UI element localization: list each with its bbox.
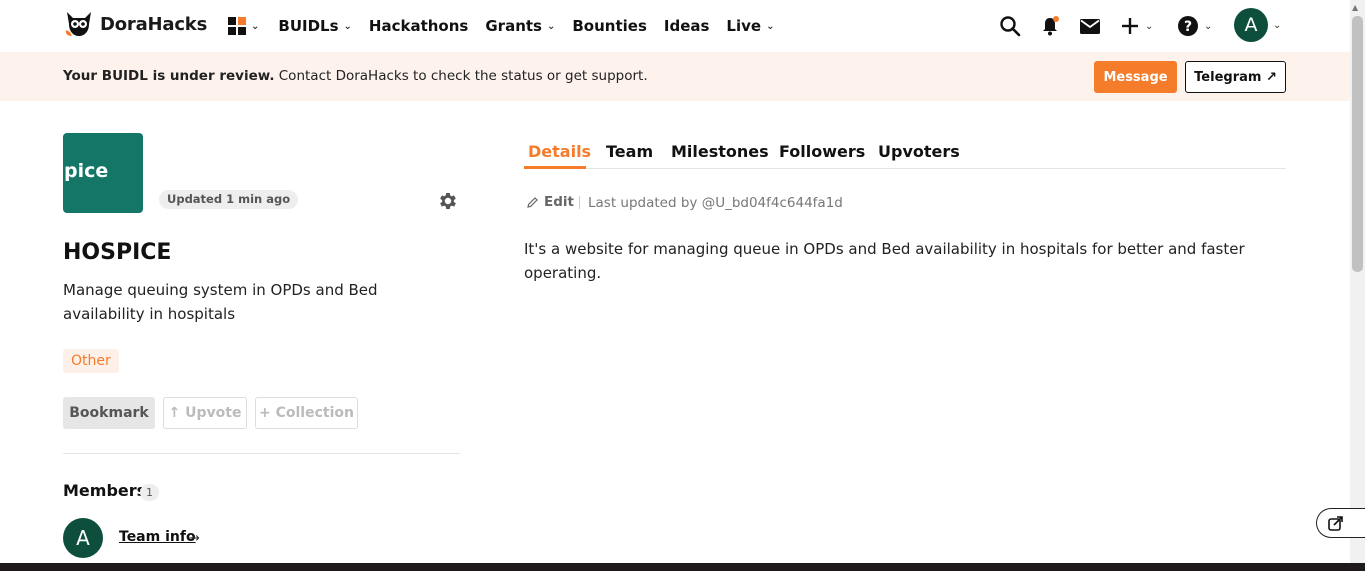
tab-team[interactable]: Team (606, 142, 653, 161)
scroll-up-arrow-icon[interactable]: ▲ (1352, 3, 1358, 12)
banner-bold-text: Your BUIDL is under review. (63, 68, 275, 84)
nav-item-label: Ideas (663, 17, 710, 35)
tab-milestones[interactable]: Milestones (671, 142, 769, 161)
chevron-down-icon: ⌄ (766, 20, 775, 32)
plus-icon (1122, 18, 1138, 34)
notifications-button[interactable] (1040, 14, 1062, 38)
updated-badge: Updated 1 min ago (159, 190, 299, 209)
top-nav-bar: DoraHacks ⌄ BUIDLs ⌄ Hackathons Grants ⌄… (0, 0, 1350, 52)
help-menu-button[interactable]: ? ⌄ (1177, 14, 1212, 38)
members-heading: Members (63, 481, 147, 500)
chevron-down-icon: ⌄ (251, 20, 260, 32)
edit-button[interactable]: Edit (526, 194, 574, 210)
active-tab-indicator (524, 166, 586, 169)
nav-item-grants[interactable]: Grants ⌄ (485, 17, 555, 35)
messages-button[interactable] (1079, 14, 1101, 38)
nav-item-label: Live (726, 17, 762, 35)
svg-text:?: ? (1184, 19, 1192, 35)
notification-bell-icon (1043, 16, 1059, 36)
banner-message: Your BUIDL is under review. Contact Dora… (63, 68, 648, 84)
member-avatar[interactable]: A (63, 518, 103, 558)
nav-item-ideas[interactable]: Ideas (664, 17, 710, 35)
chevron-down-icon: ⌄ (1273, 19, 1282, 31)
project-tagline: Manage queuing system in OPDs and Bed av… (63, 281, 378, 323)
nav-item-label: BUIDLs (278, 17, 339, 35)
pencil-icon (527, 196, 538, 208)
upvote-button[interactable]: ↑ Upvote (163, 397, 247, 429)
category-tag[interactable]: Other (63, 349, 119, 373)
nav-item-label: Bounties (572, 17, 647, 35)
user-menu-button[interactable]: A ⌄ (1234, 8, 1281, 42)
scrollbar-thumb[interactable] (1352, 16, 1363, 272)
avatar: A (1234, 8, 1268, 42)
chevron-down-icon: ⌄ (1204, 20, 1213, 32)
chevron-down-icon: ⌄ (343, 20, 352, 32)
members-count-badge: 1 (140, 484, 159, 501)
mail-icon (1080, 19, 1100, 34)
tab-details[interactable]: Details (528, 142, 591, 161)
project-tabs: Details Team Milestones Followers Upvote… (524, 133, 1286, 169)
message-button[interactable]: Message (1094, 61, 1177, 93)
edit-label: Edit (544, 194, 574, 210)
apps-grid-icon (228, 17, 246, 35)
help-icon: ? (1178, 16, 1198, 36)
bookmark-button[interactable]: Bookmark (63, 397, 155, 429)
nav-item-label: Hackathons (368, 17, 469, 35)
share-button[interactable] (1316, 508, 1365, 538)
dorahacks-logo[interactable]: DoraHacks (64, 10, 207, 38)
tab-upvoters[interactable]: Upvoters (878, 142, 960, 161)
divider (63, 453, 460, 454)
bottom-taskbar (0, 563, 1365, 571)
project-logo: pice (63, 133, 143, 213)
gear-icon[interactable] (437, 190, 459, 212)
tab-followers[interactable]: Followers (779, 142, 865, 161)
chevron-down-icon: ⌄ (546, 20, 556, 32)
main-nav: ⌄ BUIDLs ⌄ Hackathons Grants ⌄ Bounties … (228, 0, 791, 52)
logo-text: DoraHacks (100, 13, 208, 35)
banner-body-text: Contact DoraHacks to check the status or… (274, 68, 648, 84)
telegram-button[interactable]: Telegram ↗ (1185, 61, 1286, 93)
project-logo-text: pice (64, 160, 109, 182)
search-button[interactable] (999, 14, 1021, 38)
apps-menu-button[interactable]: ⌄ (228, 17, 259, 35)
chevron-down-icon: ⌄ (1145, 20, 1154, 32)
last-updated-text: Last updated by @U_bd04f4c644fa1d (588, 195, 843, 211)
search-icon (1000, 16, 1021, 37)
project-description: It's a website for managing queue in OPD… (524, 240, 1245, 282)
nav-item-buidls[interactable]: BUIDLs ⌄ (278, 17, 352, 35)
project-title: HOSPICE (63, 240, 172, 265)
arrow-right-icon: → (189, 531, 200, 546)
create-menu-button[interactable]: ⌄ (1120, 14, 1153, 38)
dorahacks-owl-icon (65, 12, 91, 36)
separator (579, 196, 580, 209)
nav-item-label: Grants (485, 17, 542, 35)
share-icon (1328, 516, 1343, 531)
nav-item-bounties[interactable]: Bounties (572, 17, 647, 35)
nav-item-live[interactable]: Live ⌄ (726, 17, 774, 35)
nav-item-hackathons[interactable]: Hackathons (369, 17, 468, 35)
add-collection-button[interactable]: + Collection (255, 397, 358, 429)
team-info-link[interactable]: Team info (119, 529, 196, 545)
